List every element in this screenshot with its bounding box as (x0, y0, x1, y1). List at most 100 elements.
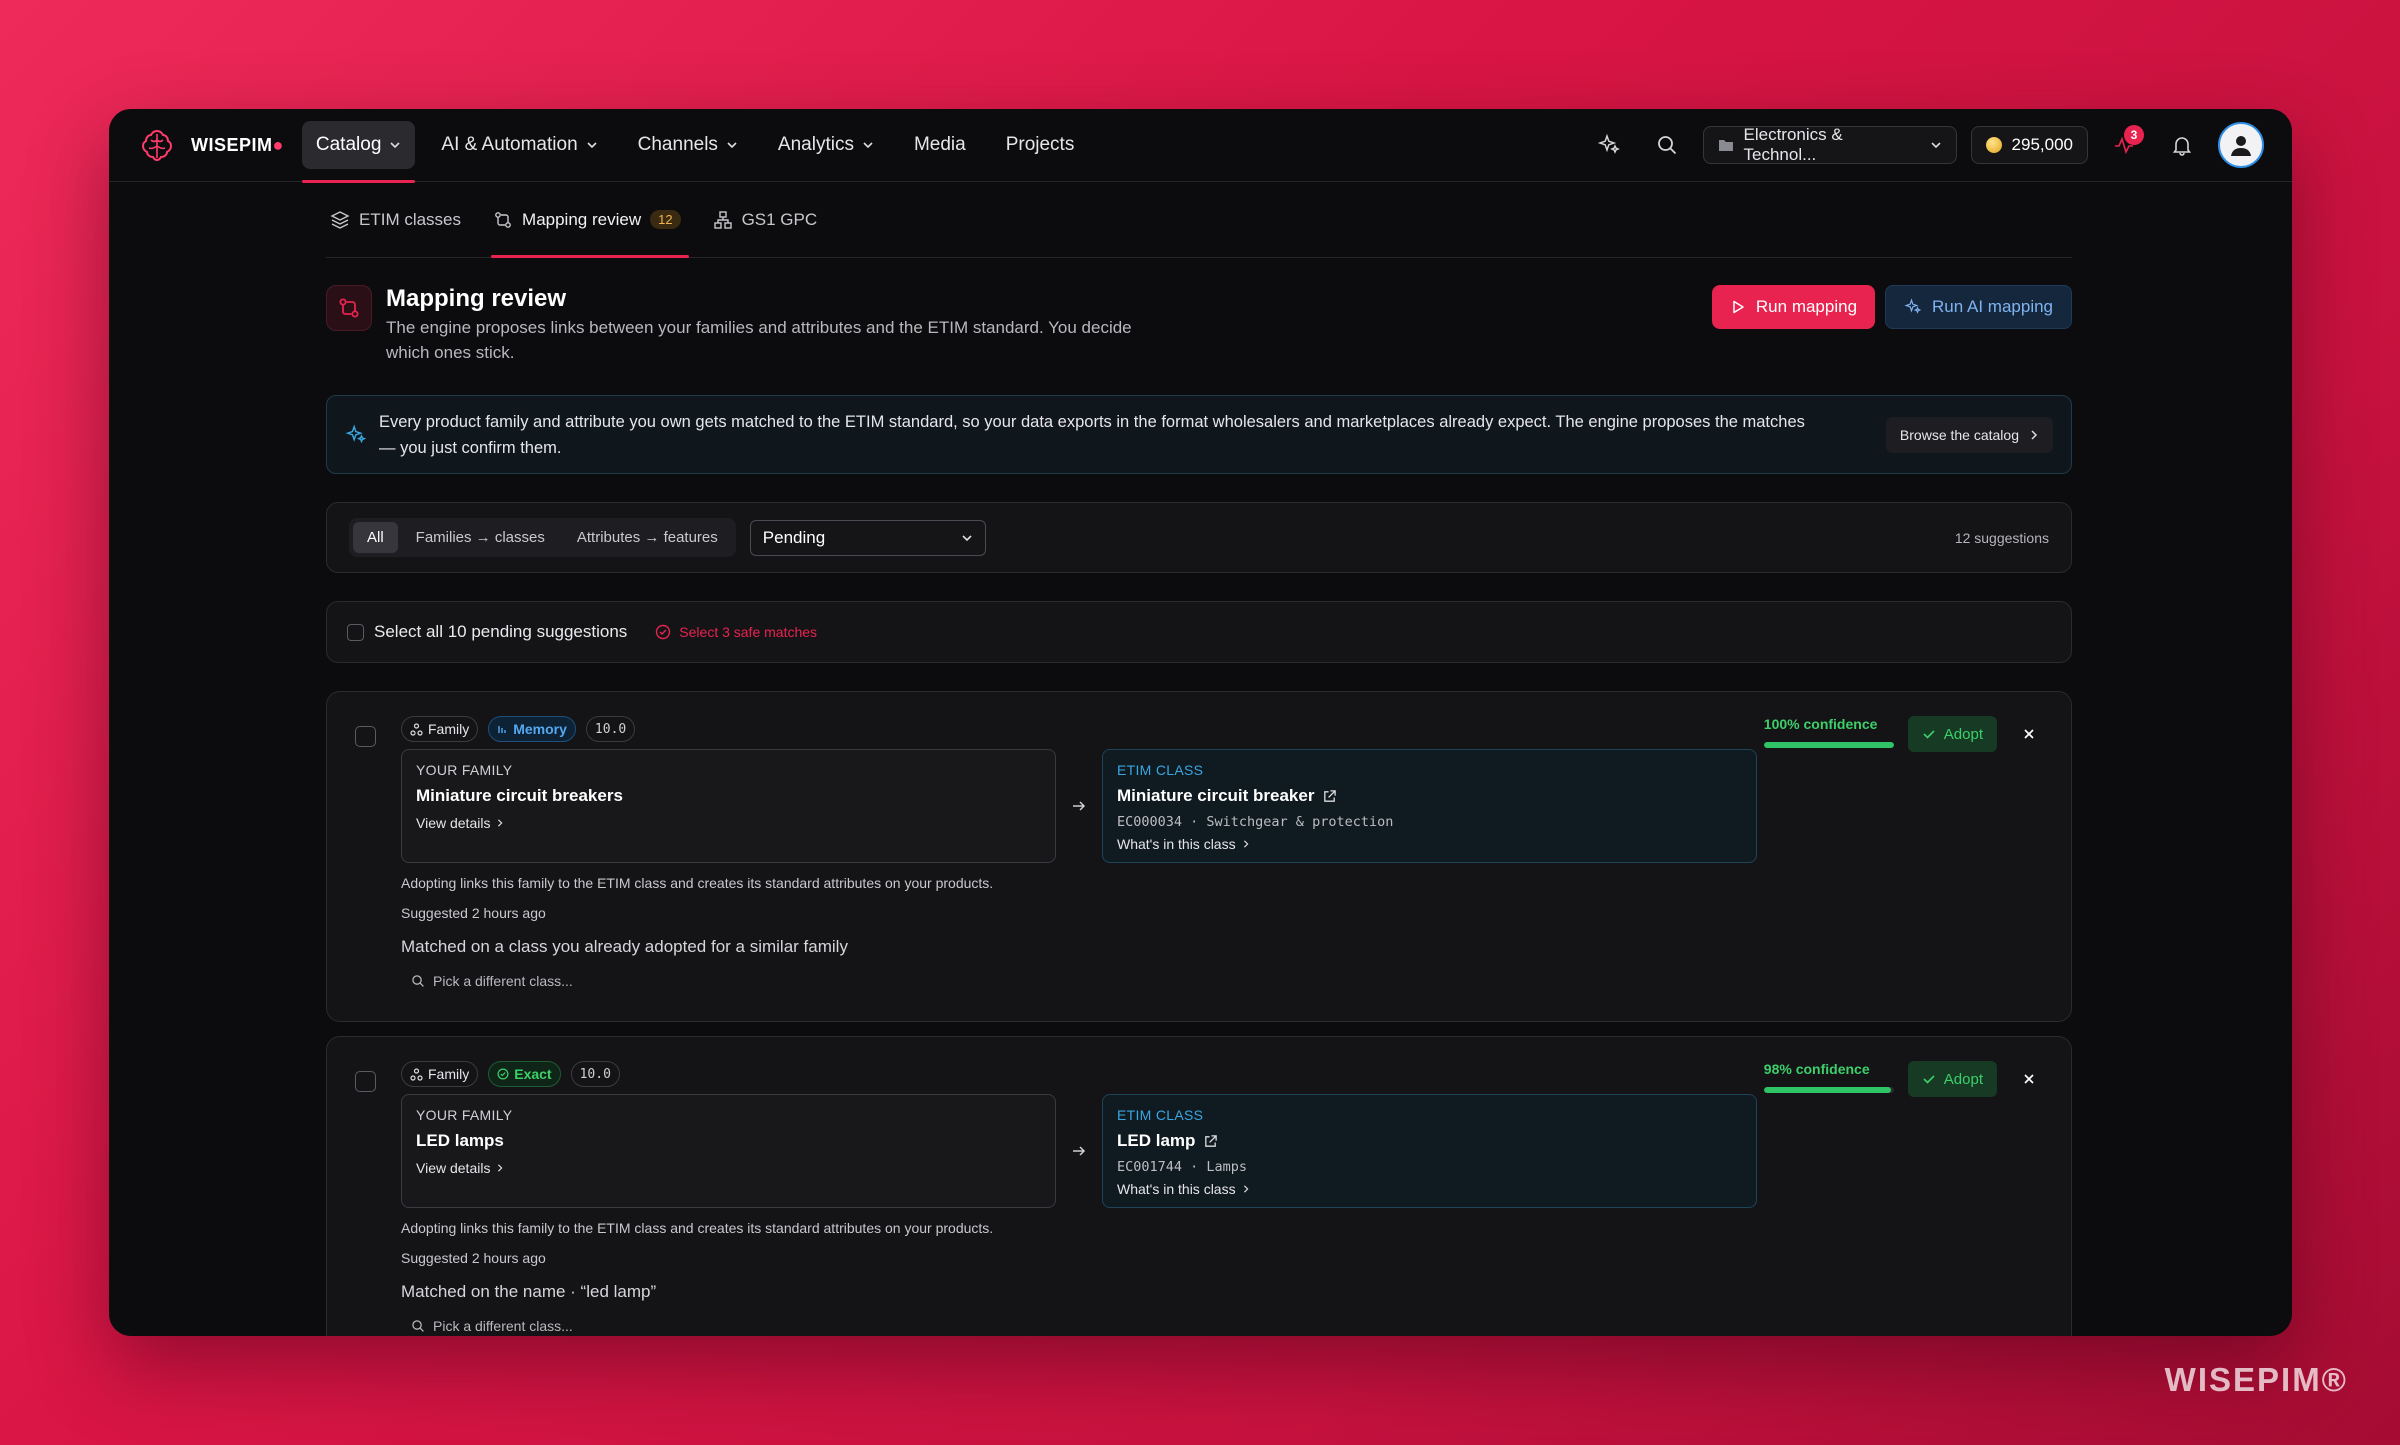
git-compare-icon (326, 285, 372, 331)
chevron-right-icon (498, 819, 503, 827)
select-all-bar: Select all 10 pending suggestions Select… (326, 601, 2072, 663)
segment-all[interactable]: All (353, 522, 398, 553)
confidence-fill (1763, 742, 1894, 748)
sub-tabs: ETIM classes Mapping review 12 GS1 GPC (326, 182, 2072, 258)
etim-class-name[interactable]: Miniature circuit breaker (1117, 786, 1742, 806)
run-ai-mapping-button[interactable]: Run AI mapping (1885, 285, 2072, 329)
confidence-label: 98% confidence (1763, 1061, 1870, 1077)
family-icon (410, 1067, 423, 1081)
tab-count-badge: 12 (650, 210, 681, 229)
top-nav: WISEPIM● Catalog AI & Automation Channel… (109, 109, 2292, 183)
activity-button[interactable]: 3 (2102, 123, 2146, 167)
adopt-button[interactable]: Adopt (1907, 716, 1997, 752)
dismiss-button[interactable] (2011, 716, 2047, 752)
tab-etim-classes[interactable]: ETIM classes (328, 182, 463, 258)
nav-catalog[interactable]: Catalog (301, 121, 416, 183)
header-actions: Run mapping Run AI mapping (1711, 285, 2072, 329)
credits-value: 295,000 (2011, 135, 2073, 154)
nav-analytics[interactable]: Analytics (764, 121, 888, 169)
chevron-down-icon (1930, 142, 1941, 149)
play-icon (1733, 300, 1744, 314)
select-safe-label: Select 3 safe matches (679, 624, 818, 640)
chevron-right-icon (1243, 840, 1249, 848)
notification-count-badge: 3 (2124, 125, 2144, 145)
segment-attributes-features[interactable]: Attributes → features (563, 522, 732, 553)
match-reason: Matched on the name · “led lamp” (401, 1282, 657, 1301)
family-label: YOUR FAMILY (416, 762, 513, 778)
sparkle-icon (345, 424, 367, 443)
suggestion-checkbox[interactable] (355, 1071, 376, 1092)
type-chip: Family (401, 1061, 479, 1087)
type-chip-label: Family (428, 1066, 470, 1082)
match-reason: Matched on a class you already adopted f… (401, 937, 848, 956)
credits-balance[interactable]: 295,000 (1970, 126, 2088, 164)
pick-class-input[interactable]: Pick a different class... (411, 1318, 2071, 1334)
suggestion-count: 12 suggestions (1954, 529, 2049, 546)
suggestion-card: Family Exact 10.0 YOUR FAMILY LED lamps … (326, 1036, 2072, 1336)
tab-mapping-review[interactable]: Mapping review 12 (491, 182, 689, 258)
brand[interactable]: WISEPIM● (137, 125, 284, 165)
app-window: WISEPIM● Catalog AI & Automation Channel… (109, 109, 2292, 1336)
tab-gs1-gpc[interactable]: GS1 GPC (711, 182, 820, 258)
pick-class-placeholder: Pick a different class... (433, 973, 573, 989)
page-title: Mapping review (386, 285, 567, 312)
chevron-down-icon (587, 142, 597, 149)
select-all-checkbox[interactable] (347, 623, 364, 641)
chevron-down-icon (863, 142, 873, 149)
nav-channels[interactable]: Channels (624, 121, 752, 169)
nav-label: Analytics (777, 134, 854, 155)
source-chip-label: Memory (513, 721, 567, 737)
browse-catalog-button[interactable]: Browse the catalog (1885, 416, 2053, 453)
view-details-link[interactable]: View details (416, 815, 1041, 831)
view-details-link[interactable]: View details (416, 1160, 1041, 1176)
whats-in-class-link[interactable]: What's in this class (1117, 836, 1742, 852)
etim-class-box: ETIM CLASS LED lamp EC001744 · Lamps Wha… (1102, 1094, 1757, 1208)
adopt-note: Adopting links this family to the ETIM c… (401, 1220, 994, 1236)
filter-bar: All Families → classes Attributes → feat… (326, 502, 2072, 573)
tab-label: Mapping review (522, 209, 642, 229)
suggestion-checkbox[interactable] (355, 726, 376, 747)
user-avatar[interactable] (2218, 122, 2264, 168)
confidence-label: 100% confidence (1763, 716, 1878, 732)
adopt-button[interactable]: Adopt (1907, 1061, 1997, 1097)
browse-catalog-label: Browse the catalog (1899, 426, 2019, 443)
family-label: YOUR FAMILY (416, 1107, 513, 1123)
workspace-selector[interactable]: Electronics & Technol... (1702, 125, 1957, 164)
external-link-icon (1324, 789, 1337, 802)
search-button[interactable] (1645, 123, 1689, 167)
type-chip: Family (401, 716, 479, 742)
sparkle-icon (1597, 133, 1620, 154)
etim-label: ETIM CLASS (1117, 1107, 1204, 1123)
nav-media[interactable]: Media (900, 121, 980, 169)
notifications-button[interactable] (2160, 123, 2204, 167)
dismiss-button[interactable] (2011, 1061, 2047, 1097)
nav-projects[interactable]: Projects (992, 121, 1089, 169)
suggested-time: Suggested 2 hours ago (401, 905, 546, 921)
whats-in-class-link[interactable]: What's in this class (1117, 1181, 1742, 1197)
search-icon (412, 975, 424, 987)
suggestion-card: Family Memory 10.0 YOUR FAMILY Miniature… (326, 691, 2072, 1022)
sparkle-icon (1904, 298, 1922, 314)
nav-right: Electronics & Technol... 295,000 3 (1587, 122, 2264, 168)
adopt-label: Adopt (1943, 1070, 1983, 1088)
confidence-bar (1763, 742, 1894, 748)
pick-class-input[interactable]: Pick a different class... (411, 973, 2071, 989)
status-select[interactable]: Pending (749, 519, 986, 556)
check-icon (1923, 1075, 1935, 1084)
segment-families-classes[interactable]: Families → classes (402, 522, 559, 553)
nav-ai-automation[interactable]: AI & Automation (427, 121, 611, 169)
select-all-label[interactable]: Select all 10 pending suggestions (374, 622, 627, 642)
nav-label: AI & Automation (441, 134, 578, 155)
arrow-right-icon (1056, 1143, 1102, 1159)
etim-class-name[interactable]: LED lamp (1117, 1131, 1742, 1151)
tab-label: GS1 GPC (741, 209, 818, 229)
close-icon (2024, 729, 2034, 739)
card-body: Family Memory 10.0 YOUR FAMILY Miniature… (401, 716, 2071, 989)
run-mapping-button[interactable]: Run mapping (1711, 285, 1876, 329)
confidence-fill (1763, 1087, 1892, 1093)
arrow-right-icon (1056, 798, 1102, 814)
ai-sparkle-button[interactable] (1587, 123, 1631, 167)
select-safe-matches-button[interactable]: Select 3 safe matches (655, 624, 817, 640)
family-icon (410, 722, 423, 736)
chevron-down-icon (962, 534, 972, 541)
